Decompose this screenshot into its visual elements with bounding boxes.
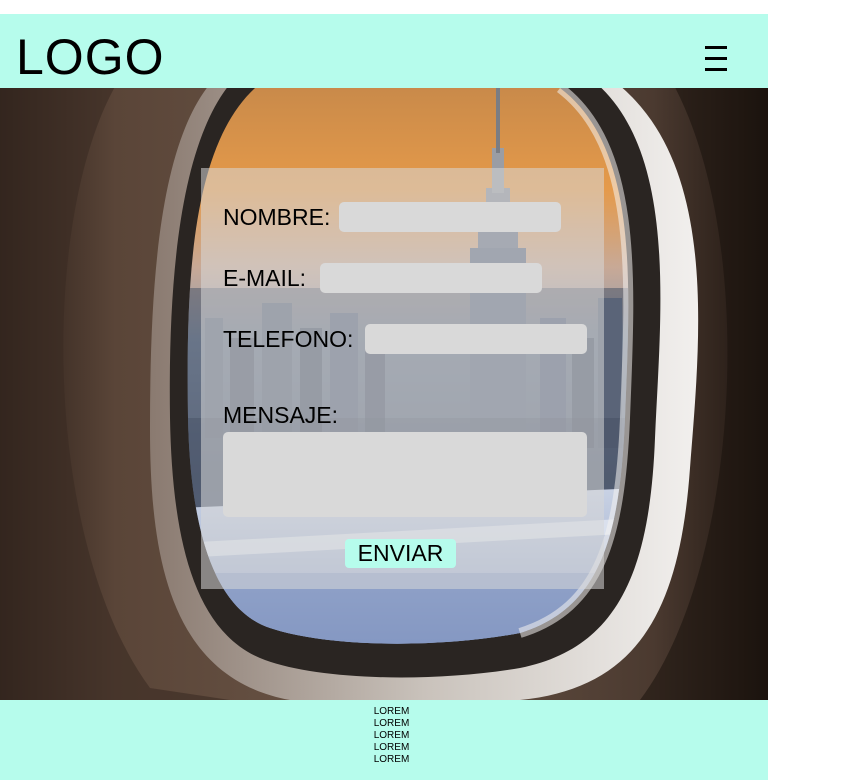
mensaje-label: MENSAJE:	[223, 402, 339, 428]
nombre-input[interactable]	[339, 202, 561, 232]
telefono-input[interactable]	[365, 324, 587, 354]
email-input[interactable]	[320, 263, 542, 293]
logo[interactable]: LOGO	[16, 32, 164, 82]
footer-line: LOREM	[373, 706, 410, 717]
footer-line: LOREM	[373, 754, 410, 765]
telefono-label: TELEFONO:	[223, 326, 354, 352]
footer-line: LOREM	[373, 718, 410, 729]
mensaje-textarea[interactable]	[223, 432, 587, 517]
footer-line: LOREM	[373, 742, 410, 753]
footer: LOREM LOREM LOREM LOREM LOREM	[0, 700, 768, 780]
enviar-button[interactable]: ENVIAR	[345, 539, 456, 568]
email-label: E-MAIL:	[223, 265, 307, 291]
header: LOGO	[0, 14, 768, 88]
nombre-label: NOMBRE:	[223, 204, 331, 230]
hamburger-menu-icon[interactable]	[705, 46, 727, 72]
page: LOGO NOMBRE: E-MAIL: TELEFONO: MENSAJE: …	[0, 0, 768, 780]
footer-line: LOREM	[373, 730, 410, 741]
footer-text: LOREM LOREM LOREM LOREM LOREM	[0, 706, 768, 766]
